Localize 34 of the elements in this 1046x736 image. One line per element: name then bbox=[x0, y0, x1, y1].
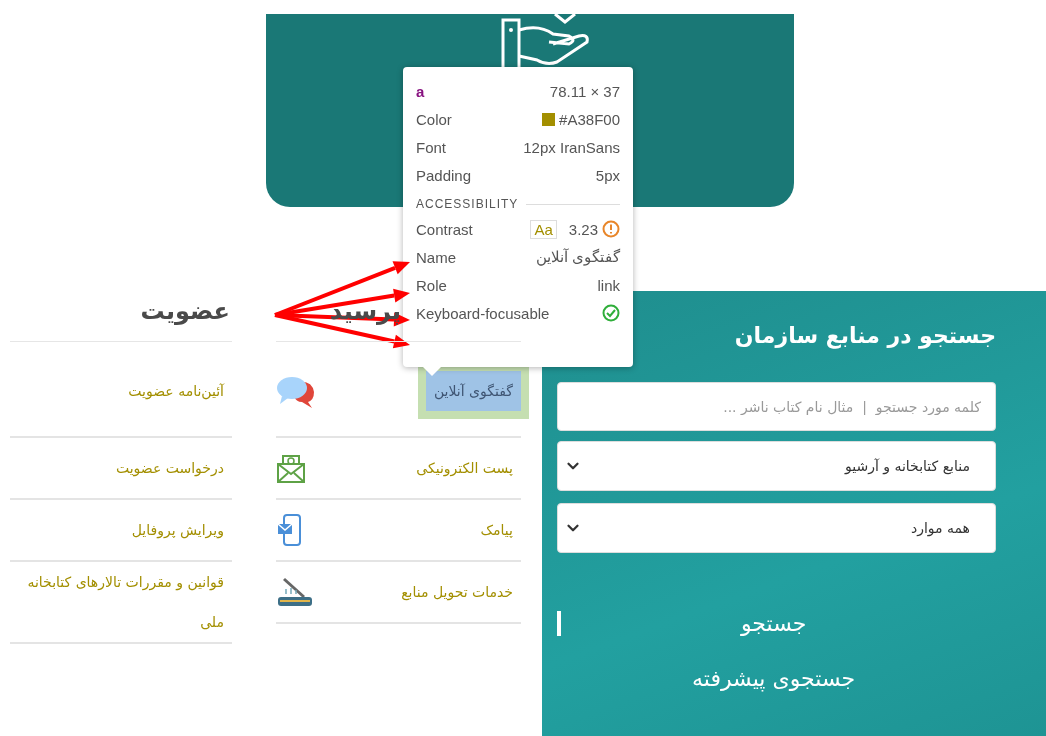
scanner-icon bbox=[276, 575, 314, 609]
property-value: 12px IranSans bbox=[523, 138, 620, 156]
phone-message-icon bbox=[276, 513, 304, 547]
contrast-sample: Aa bbox=[530, 219, 557, 239]
menu-link[interactable]: پست الکترونیکی bbox=[408, 448, 521, 488]
property-label: Name bbox=[416, 248, 456, 266]
element-size: 78.11 × 37 bbox=[549, 82, 620, 100]
check-circle-icon bbox=[602, 304, 620, 322]
property-label: Contrast bbox=[416, 220, 473, 238]
property-value: 5px bbox=[595, 166, 620, 184]
element-tag: a bbox=[416, 82, 425, 100]
dropdown[interactable]: منابع کتابخانه و آرشیو bbox=[557, 441, 996, 491]
envelope-icon bbox=[276, 452, 306, 484]
menu-link[interactable]: قوانین و مقررات تالارهای کتابخانه ملی bbox=[24, 562, 232, 642]
property-value: گفتگوی آنلاین bbox=[535, 248, 620, 266]
search-button[interactable]: جستجو bbox=[731, 607, 817, 640]
dropdown[interactable]: همه موارد bbox=[557, 503, 996, 553]
advanced-search-button[interactable]: جستجوی پیشرفته bbox=[682, 662, 866, 695]
property-label: Color bbox=[416, 110, 452, 128]
menu-link[interactable]: ویرایش پروفایل bbox=[131, 510, 232, 550]
property-value: 3.23 bbox=[568, 220, 598, 238]
menu-link[interactable]: درخواست عضویت bbox=[115, 448, 232, 488]
property-label: Font bbox=[416, 138, 446, 156]
property-value: link bbox=[597, 276, 620, 294]
section-label: ACCESSIBILITY bbox=[416, 197, 519, 211]
property-label: Padding bbox=[416, 166, 472, 184]
menu-link[interactable]: آئین‌نامه عضویت bbox=[128, 371, 232, 411]
menu-link[interactable]: پیامک bbox=[472, 510, 521, 550]
panel-title: جستجو در منابع سازمان bbox=[733, 323, 996, 348]
section-heading: عضویت bbox=[10, 287, 232, 342]
warning-icon bbox=[602, 220, 620, 238]
menu-link[interactable]: خدمات تحویل منابع bbox=[393, 572, 521, 612]
property-value: #A38F00 bbox=[559, 110, 620, 128]
search-field[interactable]: کلمه مورد جستجو | مثال نام کتاب ناشر ... bbox=[557, 382, 996, 431]
